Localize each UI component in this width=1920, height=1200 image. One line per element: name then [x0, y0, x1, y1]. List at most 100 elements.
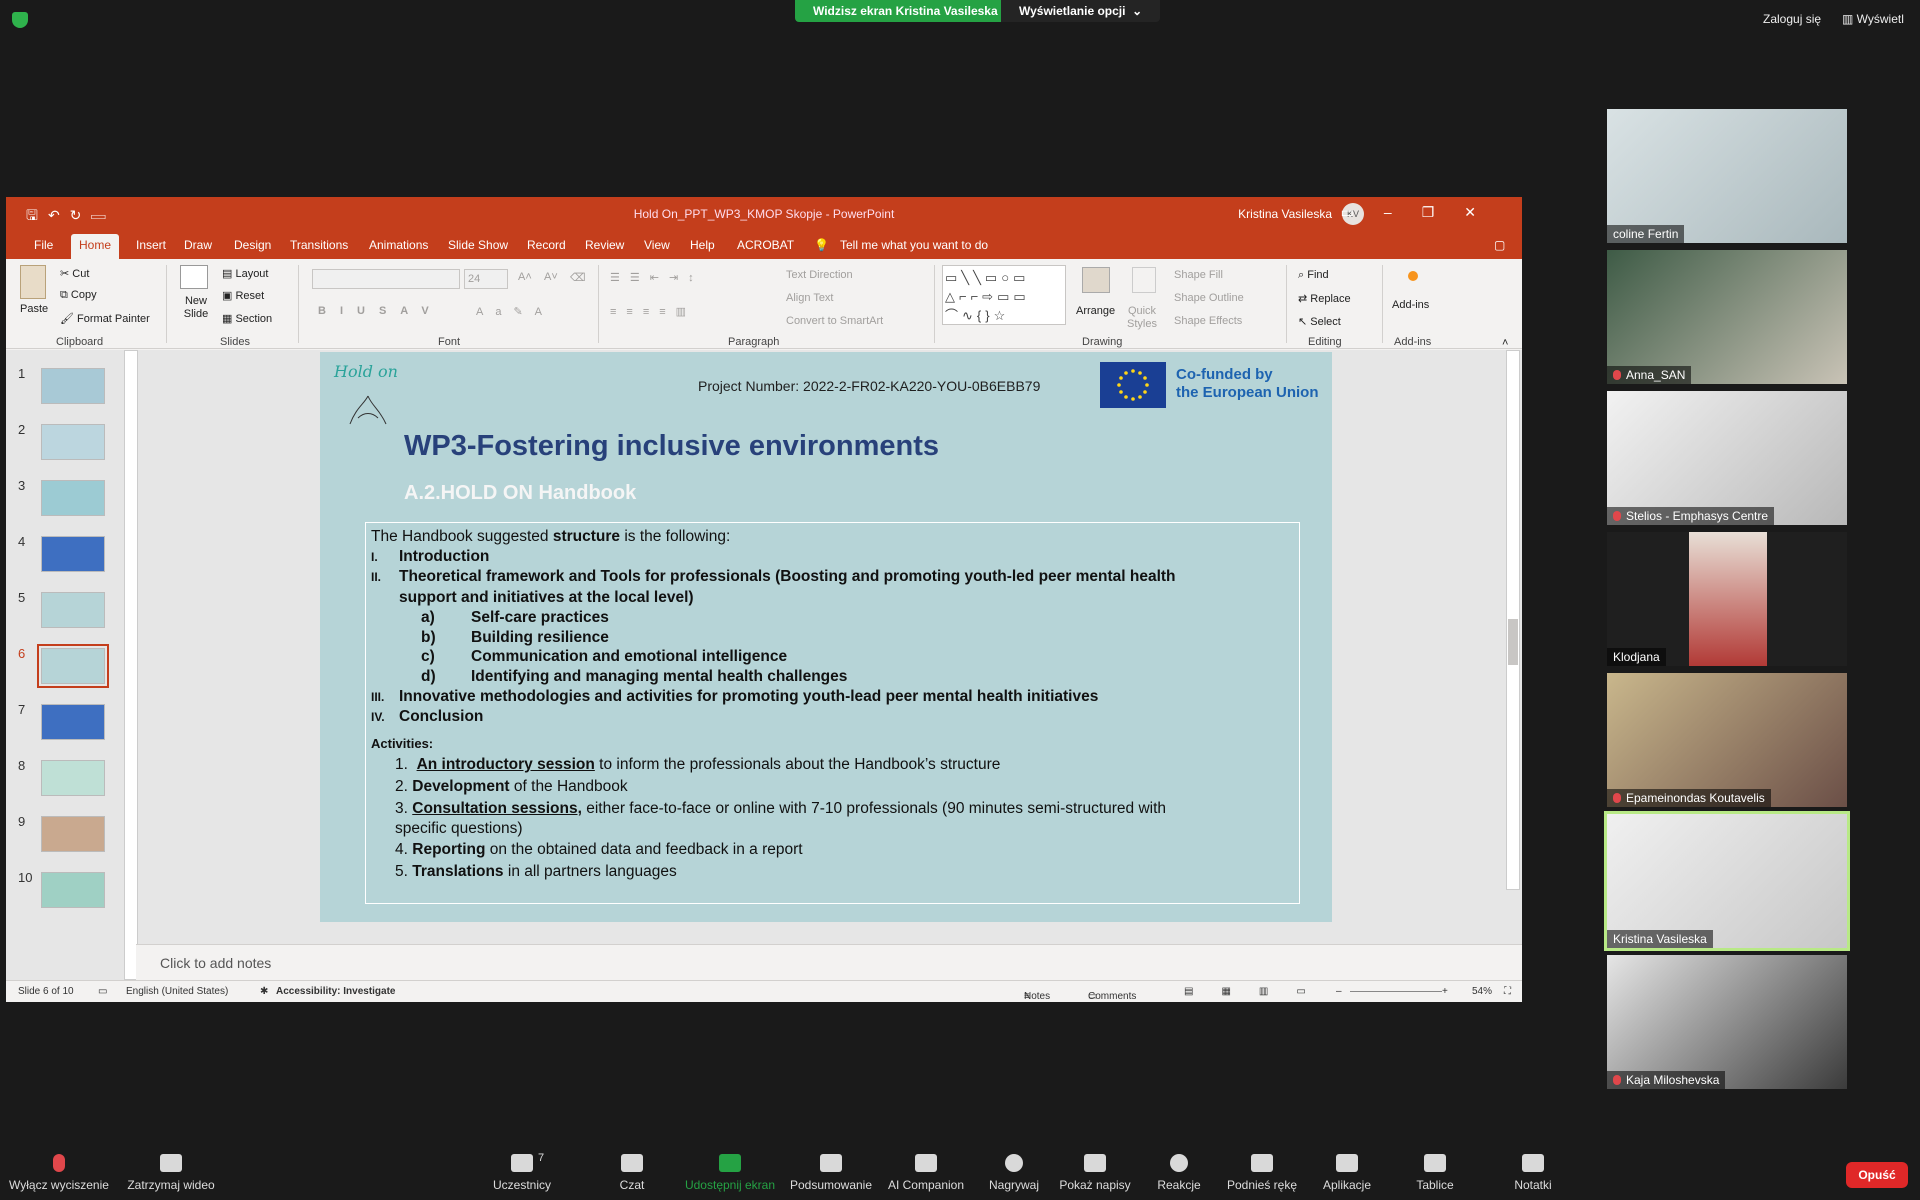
shape-effects-button[interactable]: Shape Effects [1174, 315, 1242, 327]
convert-smartart-button[interactable]: Convert to SmartArt [786, 315, 883, 327]
tab-design[interactable]: Design [226, 234, 279, 256]
whiteboards-button[interactable]: Tablice [1380, 1154, 1490, 1192]
summary-button[interactable]: Podsumowanie [776, 1154, 886, 1192]
tab-animations[interactable]: Animations [361, 234, 436, 256]
select-button[interactable]: ↖ Select [1298, 315, 1341, 328]
clear-format-icon[interactable]: ⌫ [570, 271, 586, 284]
tab-home[interactable]: Home [71, 234, 120, 259]
quick-styles-icon[interactable] [1132, 267, 1156, 293]
slide-thumbnail[interactable] [41, 424, 105, 460]
spelling-icon[interactable]: ▭ [98, 986, 107, 997]
login-link[interactable]: Zaloguj się [1763, 12, 1821, 26]
slide-thumbnail[interactable] [41, 592, 105, 628]
tab-record[interactable]: Record [519, 234, 574, 256]
maximize-icon[interactable]: ❐ [1422, 204, 1465, 220]
participant-tile[interactable]: Epameinondas Koutavelis [1607, 673, 1847, 807]
close-icon[interactable]: ✕ [1464, 204, 1506, 220]
arrange-icon[interactable] [1082, 267, 1110, 293]
ribbon-display-icon[interactable]: ▭ [1341, 204, 1384, 220]
addins-icon[interactable] [1408, 271, 1418, 281]
minimize-icon[interactable]: – [1384, 204, 1422, 220]
shape-fill-button[interactable]: Shape Fill [1174, 269, 1223, 281]
align-buttons[interactable]: ≡≡≡≡▥ [610, 305, 696, 318]
zoom-out-icon[interactable]: – [1336, 986, 1342, 997]
shrink-font-icon[interactable]: A˅ [544, 271, 558, 283]
tab-file[interactable]: File [26, 234, 61, 256]
notes-pane[interactable]: Click to add notes [136, 944, 1522, 980]
paste-icon[interactable] [20, 265, 46, 299]
cut-button[interactable]: ✂ Cut [60, 267, 89, 280]
new-slide-icon[interactable] [180, 265, 208, 289]
slide-scrollbar[interactable] [1506, 350, 1520, 890]
participant-tile[interactable]: Klodjana [1607, 532, 1847, 666]
tab-acrobat[interactable]: ACROBAT [729, 234, 802, 256]
zoom-level[interactable]: 54% [1472, 986, 1492, 997]
tab-insert[interactable]: Insert [128, 234, 174, 256]
slide-thumbnail-selected[interactable] [37, 644, 109, 688]
shapes-gallery[interactable]: ▭╲╲▭○▭ △⌐⌐⇨▭▭ ⌒∿{}☆ [942, 265, 1066, 325]
slide-thumbnail[interactable] [41, 480, 105, 516]
new-slide-button[interactable]: New Slide [176, 295, 216, 321]
slide-canvas[interactable]: Hold on Project Number: 2022-2-FR02-KA22… [320, 352, 1332, 922]
shape-outline-button[interactable]: Shape Outline [1174, 292, 1244, 304]
scrollbar-thumb[interactable] [1508, 619, 1518, 665]
participant-tile[interactable]: Anna_SAN [1607, 250, 1847, 384]
font-style-buttons[interactable]: BIUSAV [318, 305, 443, 317]
fit-slide-icon[interactable]: ⛶ [1504, 986, 1511, 997]
participant-tile-active-speaker[interactable]: Kristina Vasileska [1604, 811, 1850, 951]
addins-button[interactable]: Add-ins [1392, 299, 1429, 311]
tell-me-search[interactable]: Tell me what you want to do [832, 234, 996, 256]
zoom-slider[interactable] [1350, 991, 1442, 992]
mute-button[interactable]: Wyłącz wyciszenie [4, 1154, 114, 1192]
tab-view[interactable]: View [636, 234, 678, 256]
accessibility-status[interactable]: Accessibility: Investigate [276, 986, 396, 997]
tab-help[interactable]: Help [682, 234, 723, 256]
tab-slide-show[interactable]: Slide Show [440, 234, 516, 256]
notes-zoom-button[interactable]: Notatki [1478, 1154, 1588, 1192]
format-painter-button[interactable]: 🖌 Format Painter [60, 312, 150, 325]
view-options-button[interactable]: Wyświetlanie opcji ⌄ [1001, 0, 1161, 22]
align-text-button[interactable]: Align Text [786, 292, 834, 304]
slide-thumbnail[interactable] [41, 536, 105, 572]
user-name[interactable]: Kristina Vasileska [1238, 207, 1332, 221]
slide-thumbnail[interactable] [41, 704, 105, 740]
language-status[interactable]: English (United States) [126, 986, 228, 997]
share-screen-button[interactable]: Udostępnij ekran [675, 1154, 785, 1192]
tab-transitions[interactable]: Transitions [282, 234, 356, 256]
arrange-button[interactable]: Arrange [1076, 305, 1115, 317]
section-button[interactable]: ▦ Section [222, 312, 272, 325]
comments-icon[interactable]: ▢ [1486, 234, 1513, 256]
slide-thumbnail[interactable] [41, 368, 105, 404]
font-family-combo[interactable] [312, 269, 460, 289]
zoom-in-icon[interactable]: + [1442, 986, 1448, 997]
slide-thumbnail[interactable] [41, 872, 105, 908]
view-button[interactable]: ▥ Wyświetl [1842, 12, 1904, 26]
slide-thumbnail[interactable] [41, 816, 105, 852]
replace-button[interactable]: ⇄ Replace [1298, 292, 1351, 305]
reset-button[interactable]: ▣ Reset [222, 289, 264, 302]
find-button[interactable]: ⌕ Find [1298, 269, 1329, 282]
collapse-ribbon-icon[interactable]: ˄ [1502, 337, 1508, 349]
participant-tile[interactable]: coline Fertin [1607, 109, 1847, 243]
font-color-buttons[interactable]: Aa✎A [476, 305, 554, 318]
list-buttons[interactable]: ☰☰⇤⇥↕ [610, 271, 704, 284]
tab-review[interactable]: Review [577, 234, 632, 256]
content-text-box[interactable]: The Handbook suggested structure is the … [365, 522, 1300, 904]
quick-styles-button[interactable]: Quick Styles [1122, 305, 1162, 331]
security-shield-icon[interactable] [12, 12, 28, 28]
video-button[interactable]: Zatrzymaj wideo [116, 1154, 226, 1192]
layout-button[interactable]: ▤ Layout [222, 267, 268, 280]
participant-tile[interactable]: Stelios - Emphasys Centre [1607, 391, 1847, 525]
grow-font-icon[interactable]: A˄ [518, 271, 532, 283]
paste-button[interactable]: Paste [20, 303, 48, 315]
font-size-combo[interactable]: 24 [464, 269, 508, 289]
tab-draw[interactable]: Draw [176, 234, 220, 256]
slide-thumbnail[interactable] [41, 760, 105, 796]
text-direction-button[interactable]: Text Direction [786, 269, 853, 281]
window-controls[interactable]: ▭–❐✕ [1341, 204, 1506, 221]
participants-button[interactable]: Uczestnicy [467, 1154, 577, 1192]
leave-meeting-button[interactable]: Opuść [1846, 1162, 1908, 1188]
copy-button[interactable]: ⧉ Copy [60, 289, 97, 302]
view-buttons[interactable]: ▤▦▥▭ [1184, 986, 1334, 997]
thumbnails-scrollbar[interactable] [124, 350, 138, 980]
